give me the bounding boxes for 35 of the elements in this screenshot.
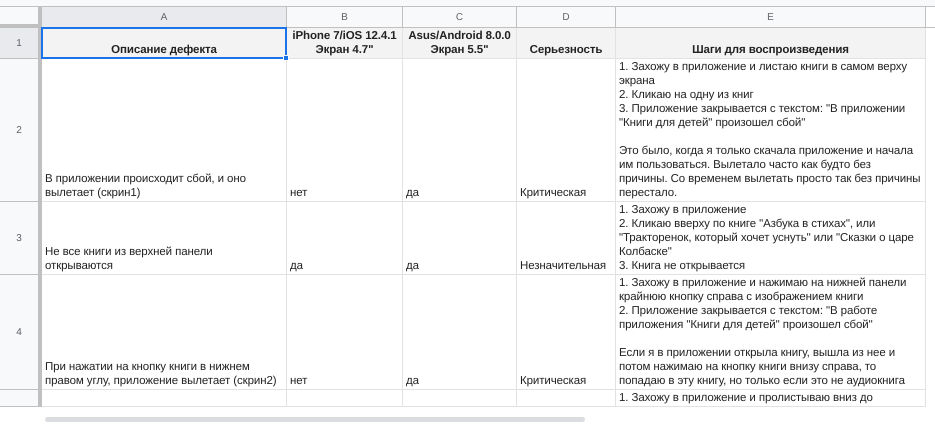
table-cell: Незначительная — [520, 259, 606, 273]
fill-handle[interactable] — [283, 55, 289, 61]
selected-cell-outline[interactable] — [41, 27, 287, 59]
column-heading: iPhone 7/iOS 12.4.1 Экран 4.7" — [291, 29, 398, 57]
column-header[interactable]: A — [42, 7, 287, 28]
table-cell: 1. Захожу в приложение и листаю книги в самом верху экрана 2. Кликаю на одну из книг 3. Приложение закрывается с текстом: "В приложении "Книги для детей" произошел сбой" Это было, когда я только скачала приложение и начала им пользоваться. Вылетало часто как будто без причины. Со временем вылетать просто так без причины перестало. — [619, 61, 920, 199]
horizontal-scrollbar[interactable] — [45, 417, 585, 422]
column-header[interactable]: E — [616, 7, 926, 28]
table-cell: Критическая — [520, 186, 586, 200]
table-cell: нет — [290, 374, 308, 388]
table-cell: да — [290, 259, 303, 273]
column-header[interactable]: B — [287, 7, 403, 28]
select-all-corner[interactable] — [0, 7, 42, 28]
table-cell: 1. Захожу в приложение и нажимаю на нижней панели крайнюю кнопку справа с изображением книги 2. Приложение закрывается с текстом: "В работе приложения "Книги для детей" произошел сбой" Если я в приложении открыла книгу, вышла из нее и потом нажимаю на кнопку книги внизу справа, то попадаю в эту книгу, но только если это не аудиокнига — [619, 277, 906, 387]
column-heading: Шаги для воспроизведения — [692, 43, 849, 57]
column-heading: Серьезность — [530, 43, 602, 57]
row-header[interactable]: 2 — [0, 59, 42, 202]
table-cell-text: При нажатии на кнопку книги в нижнем правом углу, приложение вылетает (скрин2) — [45, 360, 278, 388]
table-cell: да — [406, 186, 419, 200]
column-header[interactable]: D — [517, 7, 616, 28]
table-cell-text: В приложении происходит сбой, и оно вылетает (скрин1) — [45, 172, 247, 200]
column-heading: Asus/Android 8.0.0 Экран 5.5" — [407, 29, 512, 57]
table-cell: Критическая — [520, 374, 586, 388]
column-heading: Описание дефекта — [111, 43, 217, 57]
row-header[interactable]: 4 — [0, 275, 42, 390]
row-header[interactable]: 3 — [0, 202, 42, 275]
table-cell: нет — [290, 186, 308, 200]
row-header[interactable] — [0, 390, 42, 407]
table-cell: 1. Захожу в приложение 2. Кликаю вверху по книге "Азбука в стихах", или "Тракторенок, который хочет уснуть" или "Сказки о царе Колбаске" 3. Книга не открывается — [619, 204, 914, 272]
row-header[interactable]: 1 — [0, 28, 42, 59]
table-cell: 1. Захожу в приложение и пролистываю вниз до — [619, 392, 873, 404]
table-cell: да — [406, 374, 419, 388]
table-cell: да — [406, 259, 419, 273]
column-header[interactable]: C — [403, 7, 517, 28]
table-cell-text: Не все книги из верхней панели открываются — [45, 245, 214, 273]
